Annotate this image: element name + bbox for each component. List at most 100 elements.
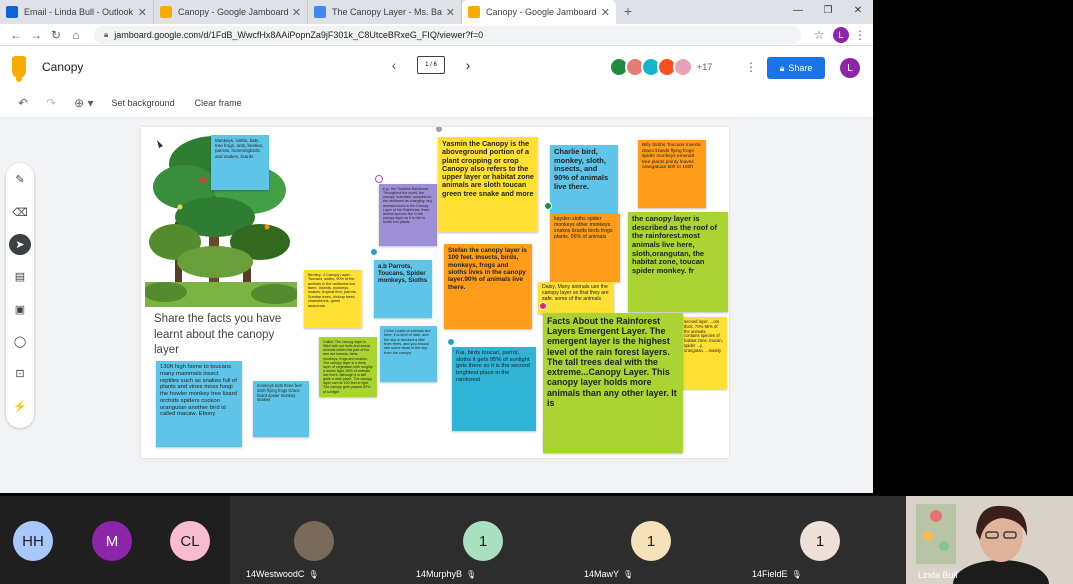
jamboard-icon	[160, 6, 172, 18]
sticky-note[interactable]: Yasmin the Canopy is the aboveground por…	[438, 137, 538, 232]
participant-name-row: 14WestwoodC 🎙︎	[246, 569, 319, 579]
sticky-note[interactable]: kayden sloths spider monkeys other monke…	[550, 214, 620, 282]
sticky-note[interactable]: a.b Parrots, Toucans, Spider monkeys, Sl…	[374, 260, 432, 318]
set-background-button[interactable]: Set background	[112, 98, 175, 108]
participant-tile[interactable]: 1 14MurphyB 🎙︎	[400, 496, 568, 584]
participant-tile[interactable]: HH	[0, 496, 82, 584]
meeting-participants-bar: HH M CL 14WestwoodC 🎙︎ 1 14MurphyB 🎙︎ 1 14MawY 🎙︎ 1…	[0, 496, 1073, 584]
jamboard-icon	[468, 6, 480, 18]
undo-icon[interactable]: ↶	[18, 96, 28, 110]
sticky-note[interactable]: Kai, birds toucan, parrot, sloths it get…	[452, 347, 536, 431]
mic-off-icon: 🎙︎	[466, 569, 477, 579]
sticky-note[interactable]: second layer. ...om thick, 70% 90% of th…	[680, 317, 727, 389]
presenter-video[interactable]: Linda Bull	[906, 496, 1073, 584]
browser-menu-icon[interactable]: ⋮	[853, 28, 867, 42]
close-icon[interactable]: ✕	[138, 6, 147, 19]
clear-frame-button[interactable]: Clear frame	[195, 98, 242, 108]
browser-window: Email - Linda Bull - Outlook ✕ Canopy - …	[0, 0, 873, 493]
sticky-note[interactable]: Billy Sloths Toucans insects draco lizar…	[638, 140, 706, 208]
next-frame-icon[interactable]: ›	[459, 57, 477, 73]
share-label: Share	[788, 63, 813, 73]
forward-icon[interactable]: →	[26, 28, 46, 42]
close-icon[interactable]: ✕	[446, 6, 455, 19]
sticky-note[interactable]: Caitlin: The canopy layer is filled with…	[319, 337, 377, 397]
jamboard-logo-icon[interactable]	[12, 56, 26, 82]
more-options-icon[interactable]: ⋮	[745, 60, 757, 74]
outlook-icon	[6, 6, 18, 18]
url-text: jamboard.google.com/d/1FdB_WwcfHx8AAiPop…	[114, 29, 484, 40]
participant-tile[interactable]: CL	[152, 496, 230, 584]
user-avatar[interactable]: L	[840, 58, 860, 78]
participant-name: 14MawY	[584, 569, 620, 579]
zoom-icon[interactable]: ⊕ ▾	[74, 96, 93, 110]
more-collaborators[interactable]: +17	[697, 62, 712, 72]
reload-icon[interactable]: ↻	[46, 28, 66, 42]
text-box-icon[interactable]: ⊡	[9, 363, 31, 384]
sticky-note[interactable]: 130ft high home to toucans many mammals …	[156, 361, 242, 447]
participant-name-row: 14MurphyB 🎙︎	[416, 569, 476, 579]
close-icon[interactable]: ✕	[601, 6, 610, 19]
sticky-note[interactable]: Stefan the canopy layer is 100 feet. ins…	[444, 244, 532, 329]
close-window-button[interactable]: ✕	[843, 0, 873, 22]
profile-avatar[interactable]: L	[833, 26, 849, 43]
close-icon[interactable]: ✕	[292, 6, 301, 19]
shape-icon[interactable]: ◯	[9, 331, 31, 352]
tab-jamboard-1[interactable]: Canopy - Google Jamboard ✕	[154, 0, 308, 24]
tool-palette: ✎ ⌫ ➤ ▤ ▣ ◯ ⊡ ⚡	[6, 163, 34, 428]
back-icon[interactable]: ←	[6, 28, 26, 42]
participant-tile[interactable]: 14WestwoodC 🎙︎	[230, 496, 400, 584]
pin-marker	[447, 338, 455, 346]
participant-avatar: CL	[170, 521, 210, 561]
pen-icon[interactable]: ✎	[9, 169, 31, 190]
redo-icon[interactable]: ↷	[46, 96, 56, 110]
eraser-icon[interactable]: ⌫	[9, 201, 31, 222]
tab-title: Canopy - Google Jamboard	[178, 7, 288, 17]
sticky-note[interactable]: Monkeys, sloths, bats, tree frogs, ants,…	[211, 135, 269, 190]
jamboard-toolbar: ↶ ↷ ⊕ ▾ Set background Clear frame	[0, 88, 873, 118]
sticky-note-icon[interactable]: ▤	[9, 266, 31, 287]
participant-avatar: 1	[631, 521, 671, 561]
tab-jamboard-active[interactable]: Canopy - Google Jamboard ✕	[462, 0, 616, 24]
tab-outlook[interactable]: Email - Linda Bull - Outlook ✕	[0, 0, 154, 24]
sticky-note[interactable]: monkeys bats three feet sloth flying fro…	[253, 381, 309, 437]
share-button[interactable]: 🔒︎ Share	[767, 57, 825, 79]
sticky-note[interactable]: Facts About the Rainforest Layers Emerge…	[543, 313, 683, 453]
sticky-note[interactable]: the canopy layer is described as the roo…	[628, 212, 728, 312]
collaborators: +17	[609, 57, 712, 77]
lock-icon: 🔒︎	[104, 29, 109, 39]
jam-board-frame[interactable]: Share the facts you have learnt about th…	[141, 127, 729, 458]
prev-frame-icon[interactable]: ‹	[385, 57, 403, 73]
participant-tile[interactable]: 1 14FieldE 🎙︎	[736, 496, 906, 584]
home-icon[interactable]: ⌂	[66, 28, 86, 42]
select-icon[interactable]: ➤	[9, 233, 31, 256]
new-tab-button[interactable]: +	[616, 0, 640, 24]
url-field[interactable]: 🔒︎ jamboard.google.com/d/1FdB_WwcfHx8AAi…	[94, 25, 801, 44]
laser-icon[interactable]: ⚡	[9, 396, 31, 417]
participant-avatar: 1	[800, 521, 840, 561]
sticky-note[interactable]: Daisy, Many animals use the canopy layer…	[538, 282, 614, 314]
image-icon[interactable]: ▣	[9, 299, 31, 320]
frame-thumbnail[interactable]: 1 / 6	[417, 56, 445, 74]
sticky-note[interactable]: Charlie bird, monkey, sloth, insects, an…	[550, 145, 618, 215]
presenter-name: Linda Bull	[918, 570, 958, 580]
tab-title: Email - Linda Bull - Outlook	[24, 7, 134, 17]
participant-name: 14MurphyB	[416, 569, 463, 579]
participant-tile[interactable]: 1 14MawY 🎙︎	[568, 496, 736, 584]
tab-canopy-layer[interactable]: The Canopy Layer - Ms. Barkley ✕	[308, 0, 462, 24]
canvas-area: ✎ ⌫ ➤ ▤ ▣ ◯ ⊡ ⚡ Share the facts you have…	[0, 118, 873, 493]
bookmark-star-icon[interactable]: ☆	[809, 28, 829, 42]
sticky-note[interactable]: e.g., the Thailand Rainforest. Throughou…	[379, 184, 437, 246]
pin-marker	[375, 175, 383, 183]
jam-title[interactable]: Canopy	[42, 60, 83, 74]
address-bar: ← → ↻ ⌂ 🔒︎ jamboard.google.com/d/1FdB_Ww…	[0, 24, 873, 46]
sticky-note[interactable]: Chloe Loads of animals live here, it is …	[380, 326, 437, 382]
tab-title: The Canopy Layer - Ms. Barkley	[332, 7, 442, 17]
participant-tile[interactable]: M	[82, 496, 152, 584]
participant-avatar: 1	[463, 521, 503, 561]
board-heading[interactable]: Share the facts you have learnt about th…	[154, 312, 294, 359]
sticky-note[interactable]: Bentley- 4 Canopy Layer- Toucans, sloths…	[304, 270, 362, 328]
collaborator-avatar[interactable]	[673, 57, 693, 77]
minimize-button[interactable]: —	[783, 0, 813, 22]
participant-avatar: M	[92, 521, 132, 561]
maximize-button[interactable]: ❐	[813, 0, 843, 22]
